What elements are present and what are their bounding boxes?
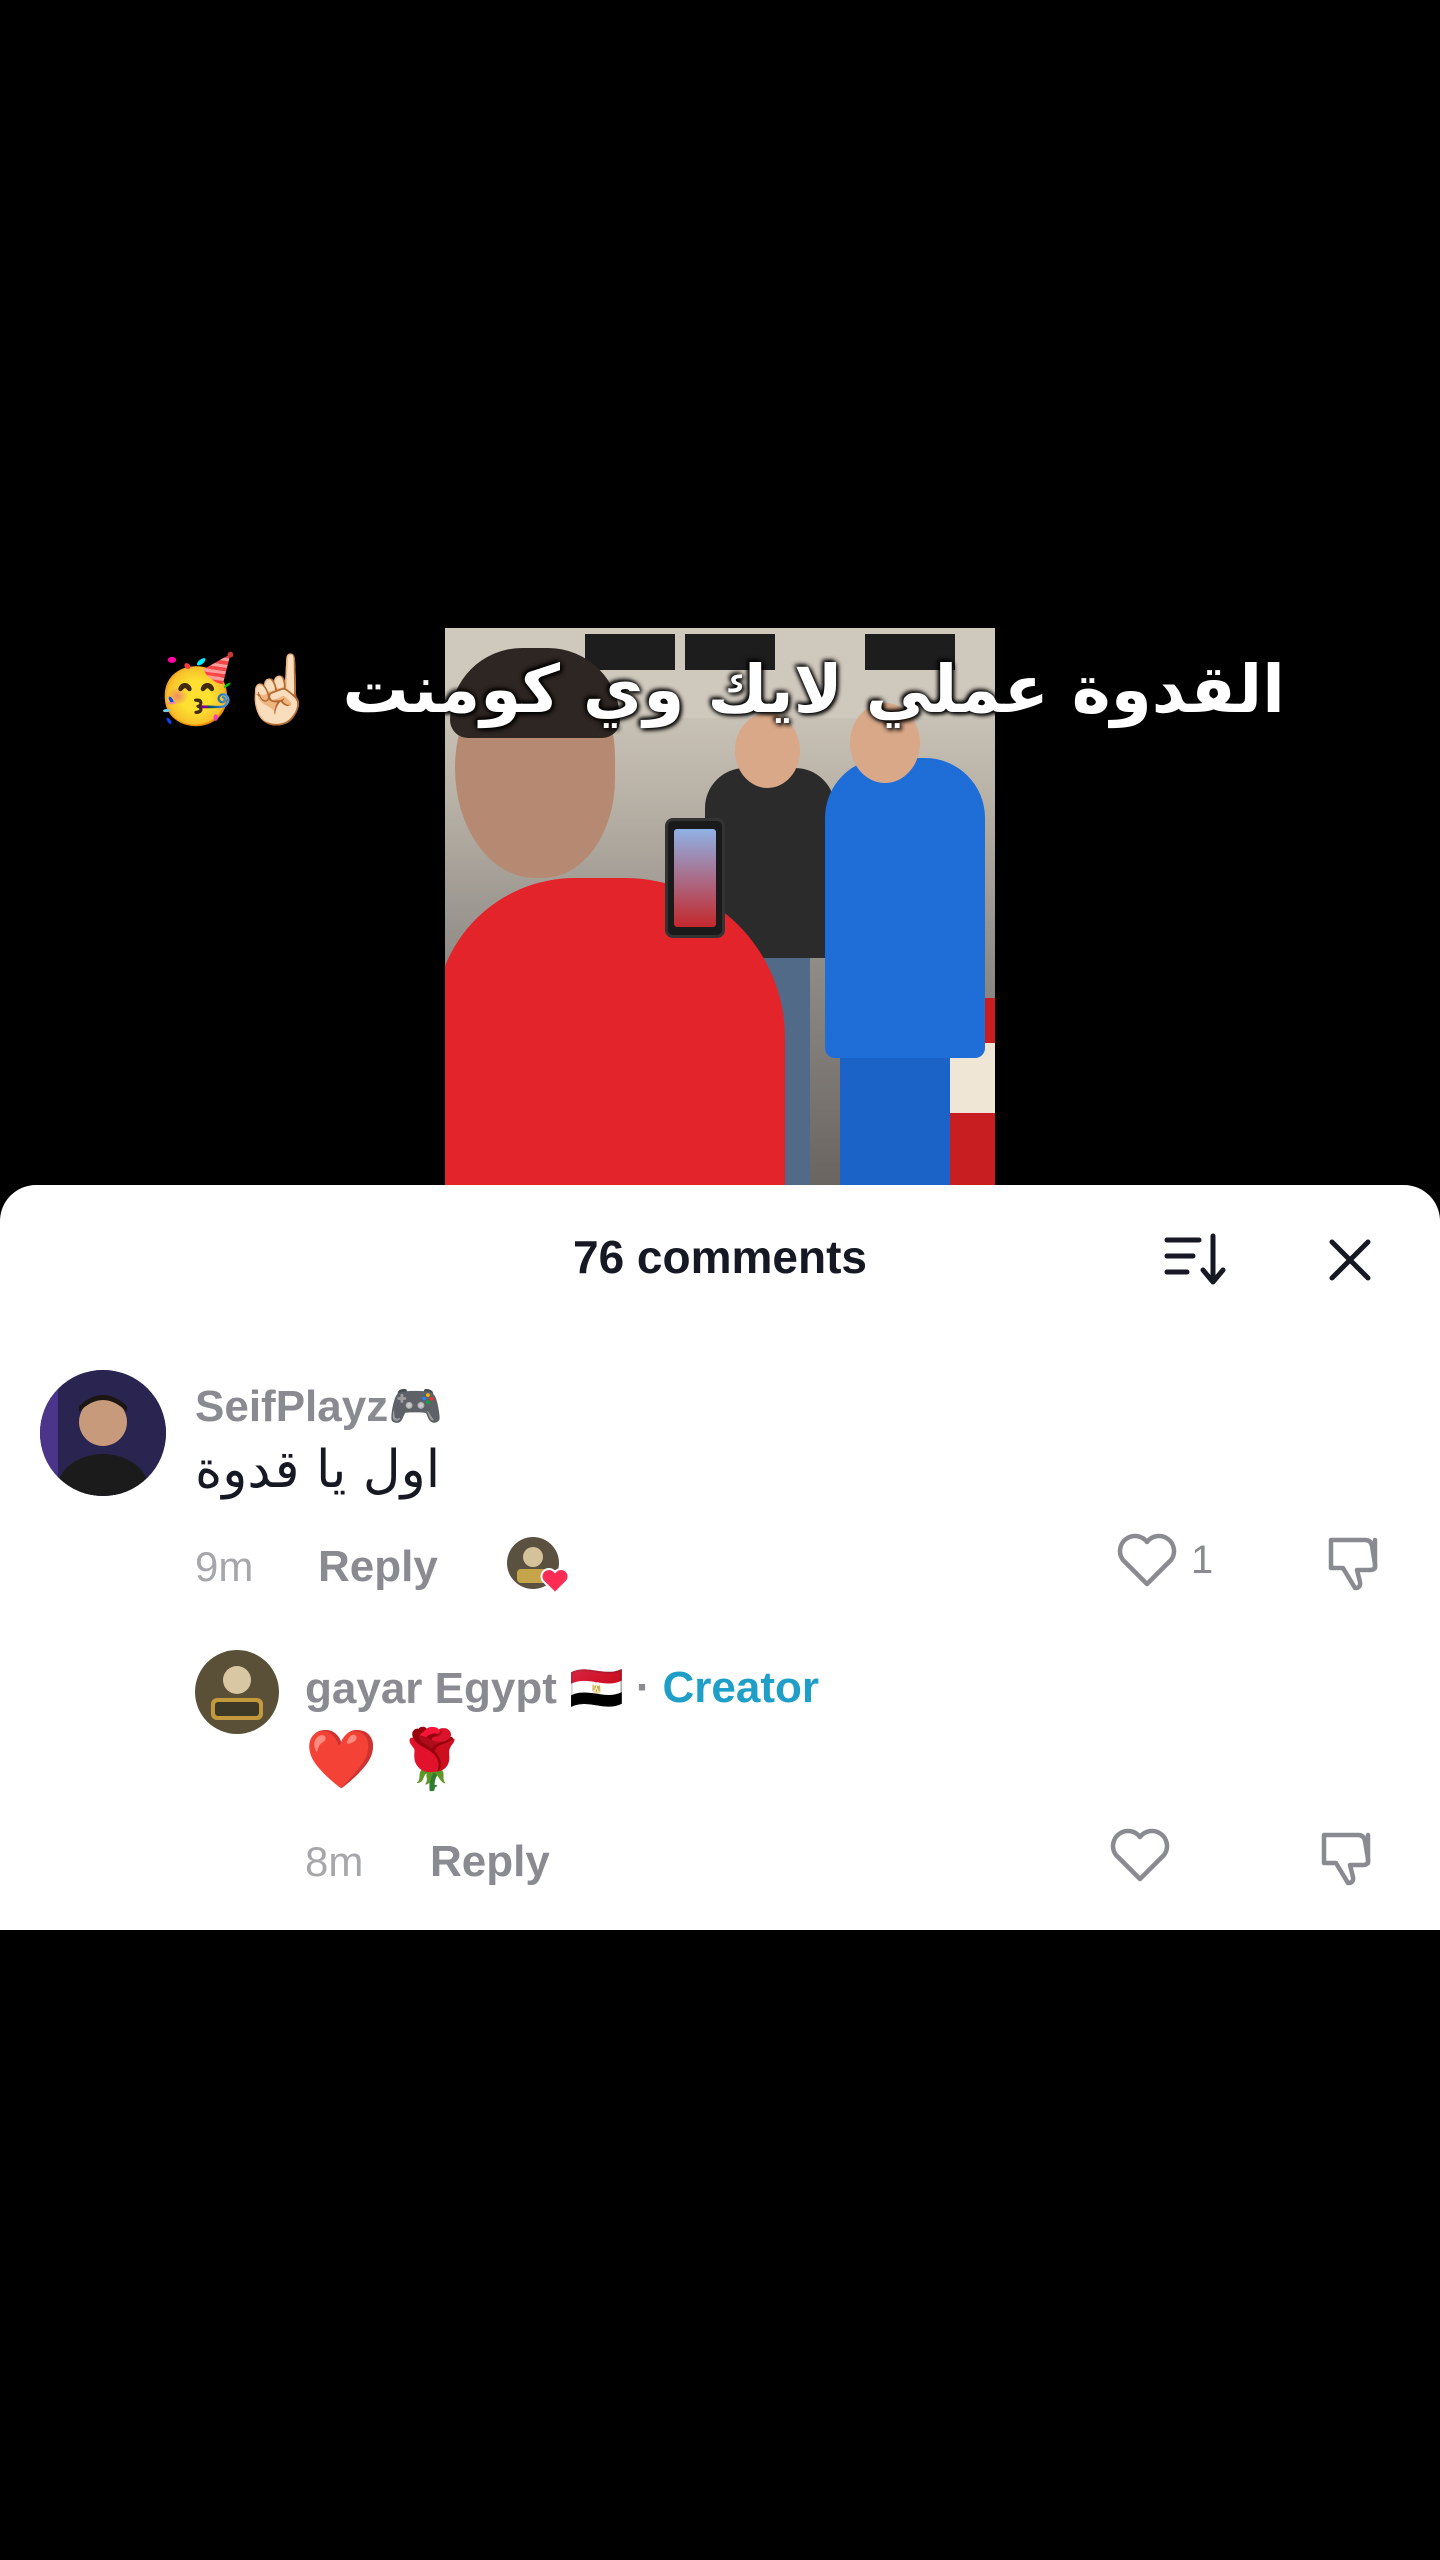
video-person [825, 758, 985, 1058]
reply-username: gayar Egypt 🇪🇬 · Creator [305, 1662, 819, 1714]
dislike-button[interactable] [1325, 1530, 1387, 1599]
video-phone [665, 818, 725, 938]
like-count: 1 [1191, 1537, 1214, 1582]
thumbs-down-icon [1321, 1832, 1371, 1886]
video-person-foreground [445, 878, 785, 1188]
video-phone-screen [674, 829, 716, 927]
like-button[interactable] [1108, 1825, 1172, 1885]
close-button[interactable] [1310, 1220, 1390, 1300]
sort-button[interactable] [1155, 1220, 1235, 1300]
avatar-image [40, 1370, 166, 1496]
close-icon [1329, 1239, 1371, 1281]
creator-badge: Creator [662, 1663, 820, 1712]
heart-icon [1110, 1828, 1170, 1882]
separator-dot: · [635, 1663, 651, 1712]
comment-time: 9m [195, 1543, 254, 1590]
comment-text: اول يا قدوة [195, 1440, 441, 1500]
reply-time: 8m [305, 1838, 364, 1885]
creator-avatar-heart-icon [507, 1537, 570, 1595]
video-caption: القدوة عملي لايك وي كومنت ☝🏻🥳 [155, 651, 1285, 728]
avatar[interactable] [195, 1650, 279, 1734]
sort-descending-icon [1164, 1233, 1226, 1285]
reply-text: ❤️ 🌹 [305, 1725, 468, 1793]
reply-username-text[interactable]: gayar Egypt 🇪🇬 [305, 1662, 624, 1714]
avatar[interactable] [40, 1370, 166, 1496]
comment-username[interactable]: SeifPlayz🎮 [195, 1380, 443, 1432]
creator-liked-indicator [505, 1535, 575, 1595]
comments-header: 76 comments [0, 1185, 1440, 1325]
like-button[interactable]: 1 [1115, 1530, 1213, 1590]
dislike-button[interactable] [1318, 1825, 1380, 1894]
reply-item: gayar Egypt 🇪🇬 · Creator ❤️ 🌹 8m Reply [0, 1650, 1440, 1910]
comments-sheet: 76 comments SeifPlayz🎮 اول يا قدوة 9m Re… [0, 1185, 1440, 1930]
thumbs-down-icon [1328, 1537, 1378, 1591]
video-person [840, 1048, 950, 1188]
reply-button[interactable]: Reply [318, 1542, 438, 1592]
screen: القدوة عملي لايك وي كومنت ☝🏻🥳 76 comment… [0, 0, 1440, 2560]
comment-item: SeifPlayz🎮 اول يا قدوة 9m Reply 1 [0, 1370, 1440, 1600]
reply-button[interactable]: Reply [430, 1837, 550, 1887]
heart-icon [1117, 1533, 1177, 1587]
avatar-image [195, 1650, 279, 1734]
